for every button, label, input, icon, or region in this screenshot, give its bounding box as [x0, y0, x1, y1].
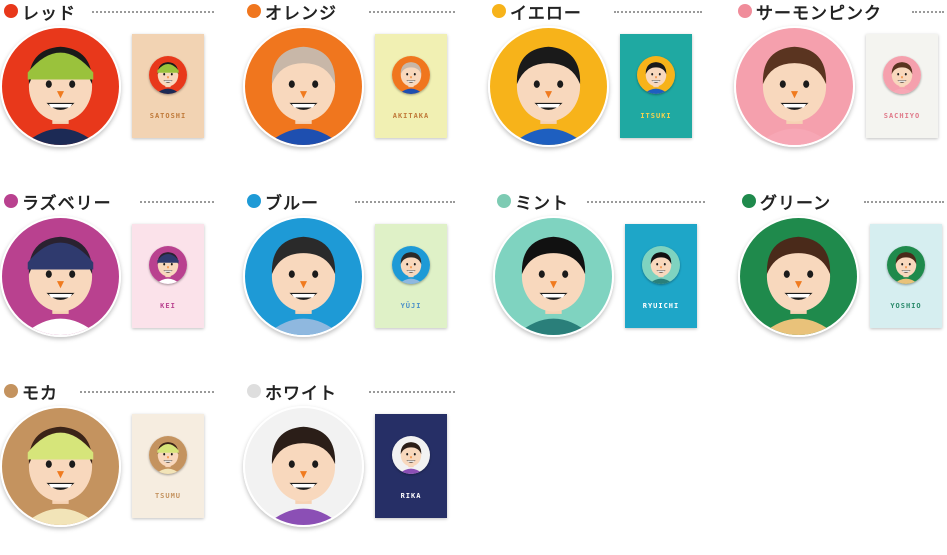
dotted-leader: [912, 11, 944, 13]
color-label: レッド: [4, 0, 76, 24]
badge-item-blue[interactable]: ブルー YŪJI: [243, 190, 479, 365]
mini-badge-image: [883, 56, 921, 94]
color-label: ブルー: [247, 190, 319, 214]
badge-card: AKITAKA: [375, 34, 447, 138]
color-dot-icon: [247, 4, 261, 18]
badge-card: ITSUKI: [620, 34, 692, 138]
badge-item-white[interactable]: ホワイト RIKA: [243, 380, 479, 555]
badge-face-image: [0, 26, 121, 147]
color-label: グリーン: [742, 190, 832, 214]
dotted-leader: [369, 11, 455, 13]
badge-card: YOSHIO: [870, 224, 942, 328]
badge-face-image: [243, 26, 364, 147]
badge-face-image: [734, 26, 855, 147]
mini-badge-image: [149, 56, 187, 94]
badge-card: SACHIYO: [866, 34, 938, 138]
color-dot-icon: [738, 4, 752, 18]
badge-item-yellow[interactable]: イエロー ITSUKI: [488, 0, 724, 175]
color-name: モカ: [22, 383, 58, 404]
color-name: ラズベリー: [22, 193, 112, 214]
card-name: YŪJI: [400, 302, 422, 310]
badge-item-red[interactable]: レッド SATOSHI: [0, 0, 236, 175]
card-name: SATOSHI: [149, 112, 187, 120]
color-label: モカ: [4, 380, 58, 404]
badge-face-image: [0, 406, 121, 527]
dotted-leader: [140, 201, 214, 203]
card-name: TSUMU: [154, 492, 182, 500]
color-dot-icon: [4, 384, 18, 398]
badge-item-raspberry[interactable]: ラズベリー KEI: [0, 190, 236, 365]
badge-card: YŪJI: [375, 224, 447, 328]
badge-card: KEI: [132, 224, 204, 328]
color-label: イエロー: [492, 0, 582, 24]
color-dot-icon: [742, 194, 756, 208]
card-name: YOSHIO: [890, 302, 922, 310]
mini-badge-image: [642, 246, 680, 284]
dotted-leader: [614, 11, 702, 13]
mini-badge-image: [392, 246, 430, 284]
color-dot-icon: [4, 194, 18, 208]
color-label: オレンジ: [247, 0, 337, 24]
color-name: サーモンピンク: [756, 3, 882, 24]
card-name: KEI: [160, 302, 176, 310]
badge-face-image: [738, 216, 859, 337]
dotted-leader: [587, 201, 705, 203]
card-name: SACHIYO: [883, 112, 921, 120]
color-dot-icon: [247, 194, 261, 208]
mini-badge-image: [149, 436, 187, 474]
badge-face-image: [493, 216, 614, 337]
mini-badge-image: [887, 246, 925, 284]
color-dot-icon: [247, 384, 261, 398]
color-name: ブルー: [265, 193, 319, 214]
badge-item-green[interactable]: グリーン YOSHIO: [738, 190, 947, 365]
mini-badge-image: [392, 436, 430, 474]
color-name: ホワイト: [265, 383, 337, 404]
color-name: イエロー: [510, 3, 582, 24]
badge-face-image: [0, 216, 121, 337]
card-name: AKITAKA: [392, 112, 430, 120]
card-name: RYUICHI: [642, 302, 680, 310]
dotted-leader: [80, 391, 214, 393]
color-dot-icon: [497, 194, 511, 208]
badge-card: TSUMU: [132, 414, 204, 518]
color-name: ミント: [515, 193, 569, 214]
color-name: オレンジ: [265, 3, 337, 24]
color-label: ラズベリー: [4, 190, 112, 214]
badge-face-image: [243, 406, 364, 527]
color-name: グリーン: [760, 193, 832, 214]
card-name: RIKA: [400, 492, 422, 500]
color-label: ホワイト: [247, 380, 337, 404]
badge-item-mocha[interactable]: モカ TSUMU: [0, 380, 236, 555]
badge-face-image: [488, 26, 609, 147]
dotted-leader: [864, 201, 944, 203]
card-name: ITSUKI: [640, 112, 672, 120]
badge-card: RIKA: [375, 414, 447, 518]
dotted-leader: [369, 391, 455, 393]
color-name: レッド: [22, 3, 76, 24]
badge-item-mint[interactable]: ミント RYUICHI: [493, 190, 729, 365]
color-dot-icon: [492, 4, 506, 18]
mini-badge-image: [637, 56, 675, 94]
mini-badge-image: [149, 246, 187, 284]
dotted-leader: [92, 11, 214, 13]
color-label: サーモンピンク: [738, 0, 882, 24]
color-label: ミント: [497, 190, 569, 214]
badge-card: SATOSHI: [132, 34, 204, 138]
badge-card: RYUICHI: [625, 224, 697, 328]
dotted-leader: [355, 201, 455, 203]
color-dot-icon: [4, 4, 18, 18]
badge-item-salmon-pink[interactable]: サーモンピンク SACHIYO: [734, 0, 947, 175]
badge-item-orange[interactable]: オレンジ AKITAKA: [243, 0, 479, 175]
mini-badge-image: [392, 56, 430, 94]
badge-face-image: [243, 216, 364, 337]
